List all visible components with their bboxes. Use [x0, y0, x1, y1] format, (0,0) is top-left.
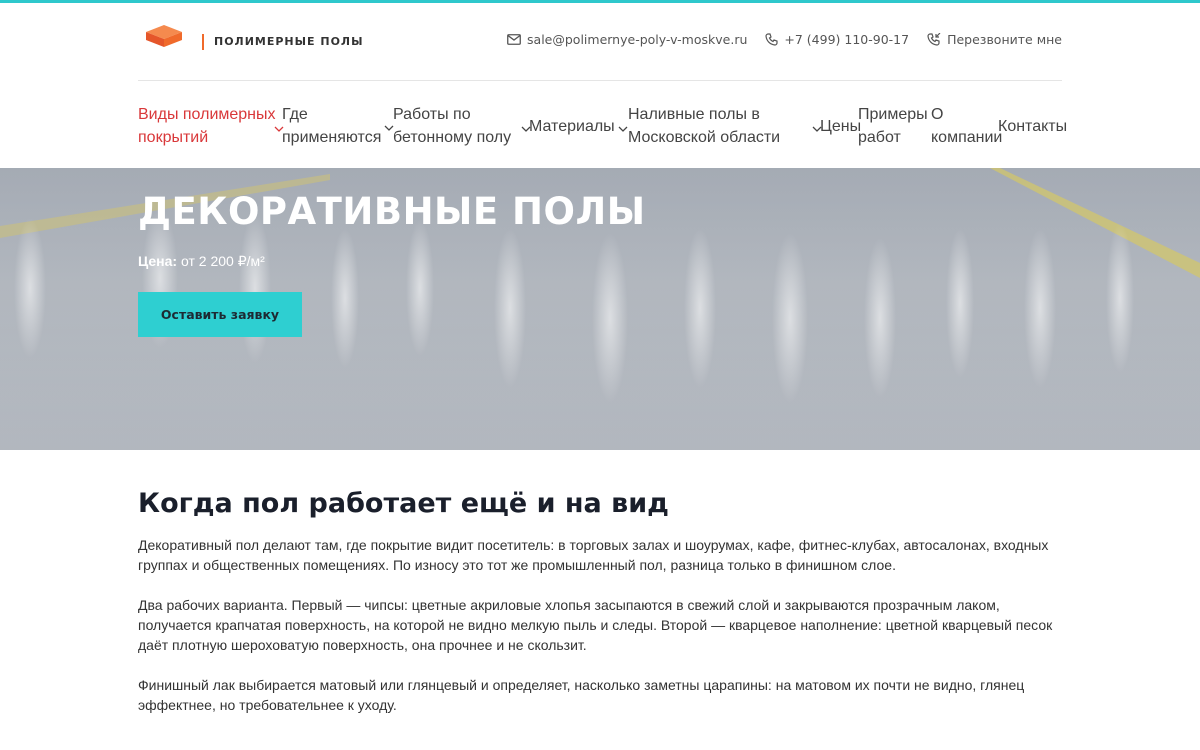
- nav-item-label: Примеры: [858, 106, 928, 123]
- nav-item-label: применяются: [282, 129, 382, 146]
- nav-item-where-used[interactable]: Где применяются: [282, 103, 381, 149]
- header-container: ПОЛИМЕРНЫЕ ПОЛЫ sale@polimernye-poly-v-m…: [138, 3, 1067, 146]
- article-paragraph: Финишный лак выбирается матовый или глян…: [138, 677, 1025, 713]
- article: Когда пол работает ещё и на вид Декорати…: [138, 488, 1062, 735]
- nav-item-label: Работы по: [393, 106, 471, 123]
- phone-text: +7 (499) 110-90-17: [784, 32, 910, 47]
- price-value: от 2 200 ₽/м²: [180, 253, 265, 269]
- callback-link[interactable]: Перезвоните мне: [927, 32, 1062, 47]
- mail-icon: [507, 34, 521, 45]
- logo-divider: [202, 34, 204, 50]
- nav-item-examples[interactable]: Примеры работ: [858, 103, 928, 149]
- header-contacts: sale@polimernye-poly-v-moskve.ru +7 (499…: [507, 32, 1062, 47]
- nav-item-label: Контакты: [998, 118, 1068, 135]
- nav-item-concrete-works[interactable]: Работы по бетонному полу: [393, 103, 511, 149]
- logo-row: ПОЛИМЕРНЫЕ ПОЛЫ sale@polimernye-poly-v-m…: [138, 3, 1062, 81]
- phone-callback-icon: [927, 33, 941, 46]
- nav-item-label: Где: [282, 106, 308, 123]
- nav-item-label: Материалы: [529, 118, 615, 135]
- nav-item-label: бетонному полу: [393, 129, 512, 146]
- nav-item-label: работ: [858, 129, 901, 146]
- chevron-down-icon[interactable]: [618, 125, 628, 133]
- nav-item-label: Цены: [820, 118, 862, 135]
- email-link[interactable]: sale@polimernye-poly-v-moskve.ru: [507, 32, 747, 47]
- email-text: sale@polimernye-poly-v-moskve.ru: [527, 32, 748, 47]
- nav-item-label: компании: [931, 129, 1003, 146]
- nav-item-label: Московской области: [628, 129, 781, 146]
- article-paragraph: Декоративный пол делают там, где покрыти…: [138, 537, 1049, 573]
- nav-item-label: покрытий: [138, 129, 209, 146]
- price-line: Цена: от 2 200 ₽/м²: [138, 253, 265, 270]
- submit-request-button[interactable]: Оставить заявку: [138, 292, 302, 337]
- nav-item-materials[interactable]: Материалы: [529, 115, 615, 138]
- brand-name[interactable]: ПОЛИМЕРНЫЕ ПОЛЫ: [214, 35, 363, 48]
- price-label: Цена:: [138, 253, 178, 269]
- site-header: ПОЛИМЕРНЫЕ ПОЛЫ sale@polimernye-poly-v-m…: [0, 3, 1200, 168]
- page-title: ДЕКОРАТИВНЫЕ ПОЛЫ: [138, 190, 646, 233]
- article-paragraph: Два рабочих варианта. Первый — чипсы: цв…: [138, 597, 1053, 653]
- phone-link[interactable]: +7 (499) 110-90-17: [765, 32, 909, 47]
- nav-item-prices[interactable]: Цены: [820, 115, 861, 138]
- nav-item-about[interactable]: О компании: [931, 103, 1002, 149]
- article-heading: Когда пол работает ещё и на вид: [138, 488, 669, 519]
- nav-item-label: О: [931, 106, 944, 123]
- callback-text: Перезвоните мне: [947, 32, 1062, 47]
- logo-icon[interactable]: [144, 23, 184, 51]
- nav-item-contacts[interactable]: Контакты: [998, 115, 1067, 138]
- nav-item-moscow-region[interactable]: Наливные полы в Московской области: [628, 103, 780, 149]
- nav-item-label: Виды полимерных: [138, 106, 276, 123]
- nav-item-polymer-types[interactable]: Виды полимерных покрытий: [138, 103, 276, 149]
- nav-item-label: Наливные полы в: [628, 106, 760, 123]
- main-nav: Виды полимерных покрытий Где применяются…: [138, 83, 1067, 168]
- phone-icon: [765, 33, 778, 46]
- hero-banner: ДЕКОРАТИВНЫЕ ПОЛЫ Цена: от 2 200 ₽/м² Ос…: [0, 168, 1200, 450]
